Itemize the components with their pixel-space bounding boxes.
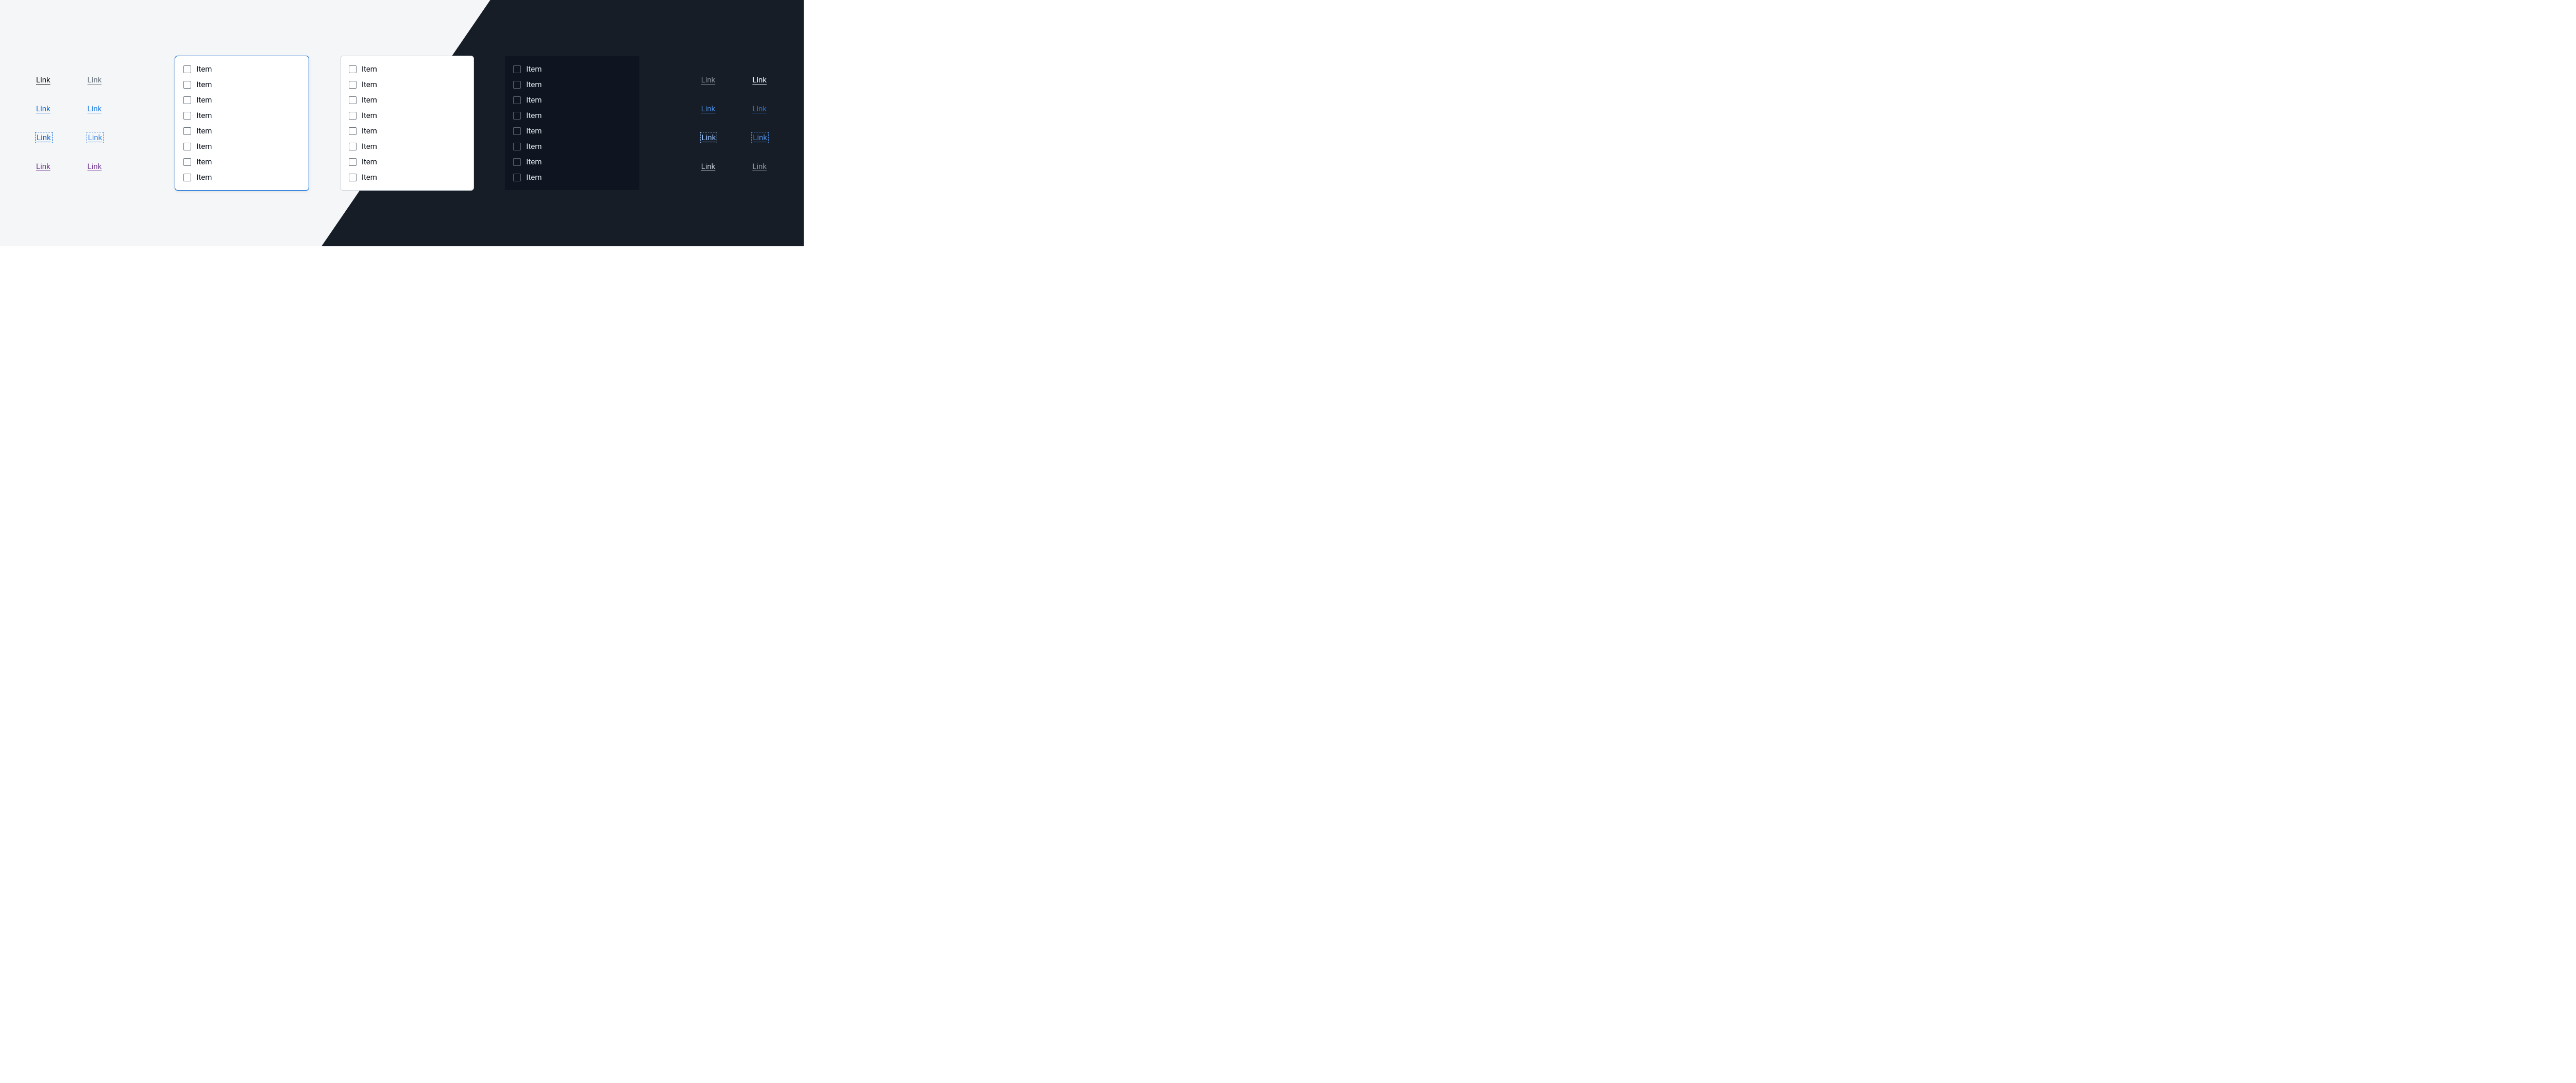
checkbox-icon[interactable] xyxy=(183,65,191,73)
link-visited-alt-dark[interactable]: Link xyxy=(752,162,768,171)
checkbox-icon[interactable] xyxy=(183,174,191,181)
checkbox-icon[interactable] xyxy=(183,81,191,89)
link-hover-alt[interactable]: Link xyxy=(88,104,103,113)
list-item-label: Item xyxy=(196,95,212,105)
checkbox-icon[interactable] xyxy=(183,112,191,120)
list-item[interactable]: Item xyxy=(341,77,474,92)
list-item-label: Item xyxy=(526,126,541,136)
link-visited-dark[interactable]: Link xyxy=(701,162,717,171)
list-item-label: Item xyxy=(196,64,212,74)
listbox-default-light[interactable]: Item Item Item Item Item Item xyxy=(340,56,474,191)
list-item-label: Item xyxy=(526,111,541,120)
list-item[interactable]: Item xyxy=(175,139,309,154)
list-item-label: Item xyxy=(196,142,212,151)
checkbox-icon[interactable] xyxy=(349,158,357,166)
checkbox-icon[interactable] xyxy=(183,96,191,104)
link-default[interactable]: Link xyxy=(36,75,52,84)
list-item-label: Item xyxy=(362,95,377,105)
content-row: Link Link Link Link Link Link Link Link … xyxy=(0,0,804,246)
list-item-label: Item xyxy=(526,142,541,151)
link-hover-dark[interactable]: Link xyxy=(701,104,717,113)
list-item[interactable]: Item xyxy=(175,77,309,92)
list-item-label: Item xyxy=(526,64,541,74)
dark-link-states: Link Link Link Link Link Link Link Link xyxy=(701,75,768,171)
checkbox-icon[interactable] xyxy=(183,143,191,150)
checkbox-icon[interactable] xyxy=(349,81,357,89)
list-item[interactable]: Item xyxy=(341,123,474,139)
link-visited-alt[interactable]: Link xyxy=(88,162,103,171)
list-item[interactable]: Item xyxy=(505,108,639,123)
list-item[interactable]: Item xyxy=(175,123,309,139)
list-item[interactable]: Item xyxy=(505,123,639,139)
list-item-label: Item xyxy=(362,80,377,89)
checkbox-icon[interactable] xyxy=(513,174,521,181)
list-item[interactable]: Item xyxy=(505,154,639,170)
link-visited[interactable]: Link xyxy=(36,162,52,171)
checkbox-icon[interactable] xyxy=(349,143,357,150)
list-item[interactable]: Item xyxy=(505,139,639,154)
list-item-label: Item xyxy=(526,173,541,182)
list-item[interactable]: Item xyxy=(341,170,474,185)
list-item[interactable]: Item xyxy=(175,92,309,108)
checkbox-icon[interactable] xyxy=(349,174,357,181)
list-item[interactable]: Item xyxy=(341,108,474,123)
list-item-label: Item xyxy=(196,173,212,182)
list-item[interactable]: Item xyxy=(505,61,639,77)
list-item[interactable]: Item xyxy=(505,77,639,92)
link-muted-dark[interactable]: Link xyxy=(701,75,717,84)
specimen-canvas: Link Link Link Link Link Link Link Link … xyxy=(0,0,804,246)
listbox-selected-light[interactable]: Item Item Item Item Item Item xyxy=(175,56,309,191)
list-item[interactable]: Item xyxy=(505,170,639,185)
list-item[interactable]: Item xyxy=(341,139,474,154)
checkbox-icon[interactable] xyxy=(513,143,521,150)
listbox-dark[interactable]: Item Item Item Item Item Item xyxy=(505,56,639,190)
list-item-label: Item xyxy=(196,126,212,136)
link-default-dark[interactable]: Link xyxy=(752,75,768,84)
link-hover[interactable]: Link xyxy=(36,104,52,113)
checkbox-icon[interactable] xyxy=(183,158,191,166)
list-item-label: Item xyxy=(196,157,212,166)
list-item[interactable]: Item xyxy=(341,154,474,170)
list-item[interactable]: Item xyxy=(175,108,309,123)
checkbox-icon[interactable] xyxy=(513,127,521,135)
list-item-label: Item xyxy=(362,64,377,74)
link-focus-dark[interactable]: Link xyxy=(701,133,717,142)
list-item-label: Item xyxy=(362,126,377,136)
list-item[interactable]: Item xyxy=(175,61,309,77)
list-item[interactable]: Item xyxy=(505,92,639,108)
list-item-label: Item xyxy=(196,111,212,120)
list-item-label: Item xyxy=(362,142,377,151)
link-hover-alt-dark[interactable]: Link xyxy=(752,104,768,113)
list-item-label: Item xyxy=(362,173,377,182)
link-focus-alt-dark[interactable]: Link xyxy=(752,133,768,142)
checkbox-icon[interactable] xyxy=(513,158,521,166)
list-item-label: Item xyxy=(362,157,377,166)
list-item[interactable]: Item xyxy=(175,154,309,170)
link-focus[interactable]: Link xyxy=(36,133,52,142)
list-item-label: Item xyxy=(526,157,541,166)
checkbox-icon[interactable] xyxy=(349,112,357,120)
checkbox-icon[interactable] xyxy=(513,96,521,104)
link-muted[interactable]: Link xyxy=(88,75,103,84)
checkbox-icon[interactable] xyxy=(513,65,521,73)
checkbox-icon[interactable] xyxy=(513,81,521,89)
checkbox-icon[interactable] xyxy=(349,127,357,135)
list-item[interactable]: Item xyxy=(341,61,474,77)
list-item-label: Item xyxy=(362,111,377,120)
list-item[interactable]: Item xyxy=(341,92,474,108)
checkbox-icon[interactable] xyxy=(349,96,357,104)
link-focus-alt[interactable]: Link xyxy=(88,133,103,142)
list-item-label: Item xyxy=(526,95,541,105)
list-item-label: Item xyxy=(196,80,212,89)
checkbox-icon[interactable] xyxy=(349,65,357,73)
light-link-states: Link Link Link Link Link Link Link Link xyxy=(36,75,103,171)
list-item-label: Item xyxy=(526,80,541,89)
checkbox-icon[interactable] xyxy=(513,112,521,120)
checkbox-icon[interactable] xyxy=(183,127,191,135)
list-item[interactable]: Item xyxy=(175,170,309,185)
